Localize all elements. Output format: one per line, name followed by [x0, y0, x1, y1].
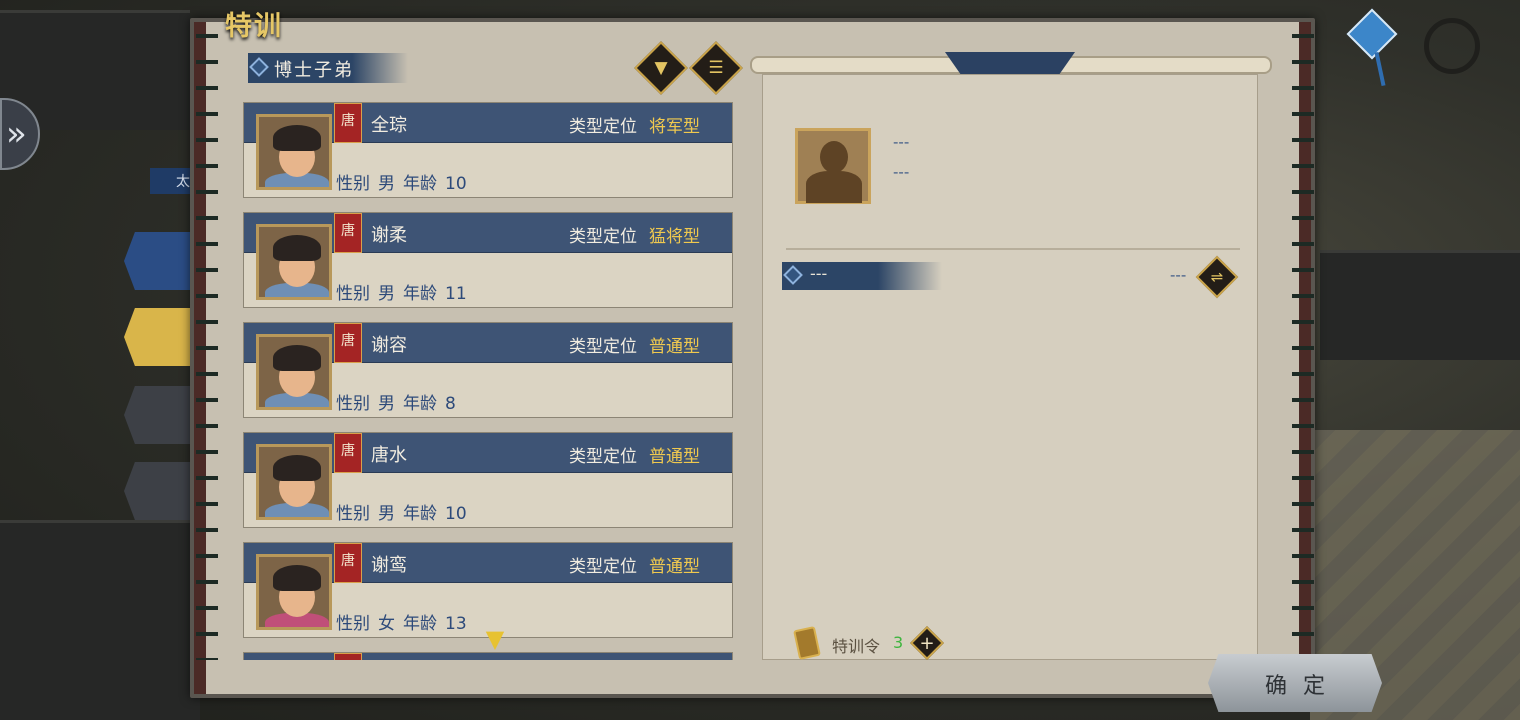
- boy-portrait: [256, 224, 332, 300]
- right-border-chain: [1292, 20, 1314, 660]
- student-list[interactable]: 唐全琮 类型定位 将军型 性别男年龄 10 唐谢柔 类型定位 猛将型 性别男年龄 11 唐谢容 类型定…: [243, 102, 733, 660]
- type-label: 类型定位: [569, 447, 637, 467]
- portrait-hair: [273, 455, 321, 481]
- age-value: 10: [445, 174, 467, 194]
- age-value: 11: [445, 284, 467, 304]
- clan-badge: 唐: [334, 103, 362, 143]
- student-info: 性别男年龄 8: [336, 389, 464, 414]
- avatar-placeholder: [795, 128, 871, 204]
- detail-line-1: ---: [893, 133, 910, 151]
- portrait-hair: [273, 345, 321, 371]
- plus-icon: +: [919, 632, 935, 654]
- diamond-icon: [783, 265, 803, 285]
- detail-subheader: ---: [782, 262, 942, 290]
- student-info: 性别女年龄 13: [336, 609, 475, 634]
- age-value: 8: [445, 394, 456, 414]
- age-label: 年龄: [403, 614, 437, 634]
- page-title: 特训: [225, 11, 283, 42]
- girl-portrait: [256, 554, 332, 630]
- boy-portrait: [256, 334, 332, 410]
- gender-label: 性别: [336, 394, 370, 414]
- gender-value: 男: [378, 174, 395, 194]
- gender-label: 性别: [336, 614, 370, 634]
- detail-divider: [786, 248, 1240, 250]
- type-label: 类型定位: [569, 117, 637, 137]
- background-roof: [0, 520, 200, 720]
- training-token-label: 特训令: [832, 637, 881, 656]
- gender-label: 性别: [336, 284, 370, 304]
- confirm-label: 确定: [1264, 674, 1341, 699]
- age-value: 13: [445, 614, 467, 634]
- age-label: 年龄: [403, 394, 437, 414]
- list-icon: ☰: [708, 58, 724, 78]
- side-tag-label: 太: [176, 174, 190, 190]
- clan-badge: 唐: [334, 543, 362, 583]
- clan-badge: [334, 653, 362, 660]
- type-label: 类型定位: [569, 557, 637, 577]
- confirm-button[interactable]: 确定: [1208, 654, 1382, 712]
- gender-label: 性别: [336, 504, 370, 524]
- boy-portrait: [256, 444, 332, 520]
- diamond-icon: [249, 57, 269, 77]
- type-value: 猛将型: [649, 227, 700, 247]
- portrait-hair: [273, 125, 321, 151]
- gender-label: 性别: [336, 174, 370, 194]
- background-roof: [1320, 250, 1520, 360]
- student-card-partial[interactable]: [243, 652, 733, 660]
- category-header: 博士子弟: [248, 53, 408, 83]
- card-header: [244, 653, 732, 660]
- silhouette-head: [820, 141, 848, 173]
- type-value: 将军型: [649, 117, 700, 137]
- silhouette-body: [806, 171, 862, 203]
- swap-icon: ⇌: [1210, 268, 1224, 286]
- detail-line-2: ---: [893, 163, 910, 181]
- age-label: 年龄: [403, 174, 437, 194]
- student-name: 全琮: [371, 115, 407, 136]
- type-value: 普通型: [649, 337, 700, 357]
- waterwheel-icon: [1424, 18, 1480, 74]
- gender-value: 男: [378, 504, 395, 524]
- student-card[interactable]: 唐谢容 类型定位 普通型性别男年龄 8: [243, 322, 733, 418]
- portrait-hair: [273, 565, 321, 591]
- student-info: 性别男年龄 10: [336, 169, 475, 194]
- age-label: 年龄: [403, 504, 437, 524]
- filter-icon: ▼: [654, 58, 668, 78]
- detail-subheader-label: ---: [810, 264, 828, 283]
- age-value: 10: [445, 504, 467, 524]
- type-value: 普通型: [649, 447, 700, 467]
- gender-value: 女: [378, 614, 395, 634]
- gender-value: 男: [378, 394, 395, 414]
- training-token-count: 3: [893, 633, 904, 652]
- left-border-chain: [196, 20, 218, 660]
- boy-portrait: [256, 114, 332, 190]
- age-label: 年龄: [403, 284, 437, 304]
- student-name: 谢容: [371, 335, 407, 356]
- student-card[interactable]: 唐谢柔 类型定位 猛将型性别男年龄 11: [243, 212, 733, 308]
- student-info: 性别男年龄 11: [336, 279, 475, 304]
- clan-badge: 唐: [334, 323, 362, 363]
- student-card[interactable]: 唐全琮 类型定位 将军型性别男年龄 10: [243, 102, 733, 198]
- student-card[interactable]: 唐唐水 类型定位 普通型性别男年龄 10: [243, 432, 733, 528]
- student-name: 谢鸾: [371, 555, 407, 576]
- type-label: 类型定位: [569, 227, 637, 247]
- clan-badge: 唐: [334, 213, 362, 253]
- category-label: 博士子弟: [274, 60, 354, 81]
- student-name: 唐水: [371, 445, 407, 466]
- scroll-down-icon[interactable]: ▼: [476, 627, 514, 651]
- kite-icon[interactable]: [1346, 8, 1398, 60]
- kite-tail: [1374, 51, 1386, 87]
- type-label: 类型定位: [569, 337, 637, 357]
- student-card[interactable]: 唐谢鸾 类型定位 普通型性别女年龄 13: [243, 542, 733, 638]
- clan-badge: 唐: [334, 433, 362, 473]
- detail-subvalue: ---: [1170, 266, 1187, 284]
- portrait-hair: [273, 235, 321, 261]
- type-value: 普通型: [649, 557, 700, 577]
- student-name: 谢柔: [371, 225, 407, 246]
- student-info: 性别男年龄 10: [336, 499, 475, 524]
- gender-value: 男: [378, 284, 395, 304]
